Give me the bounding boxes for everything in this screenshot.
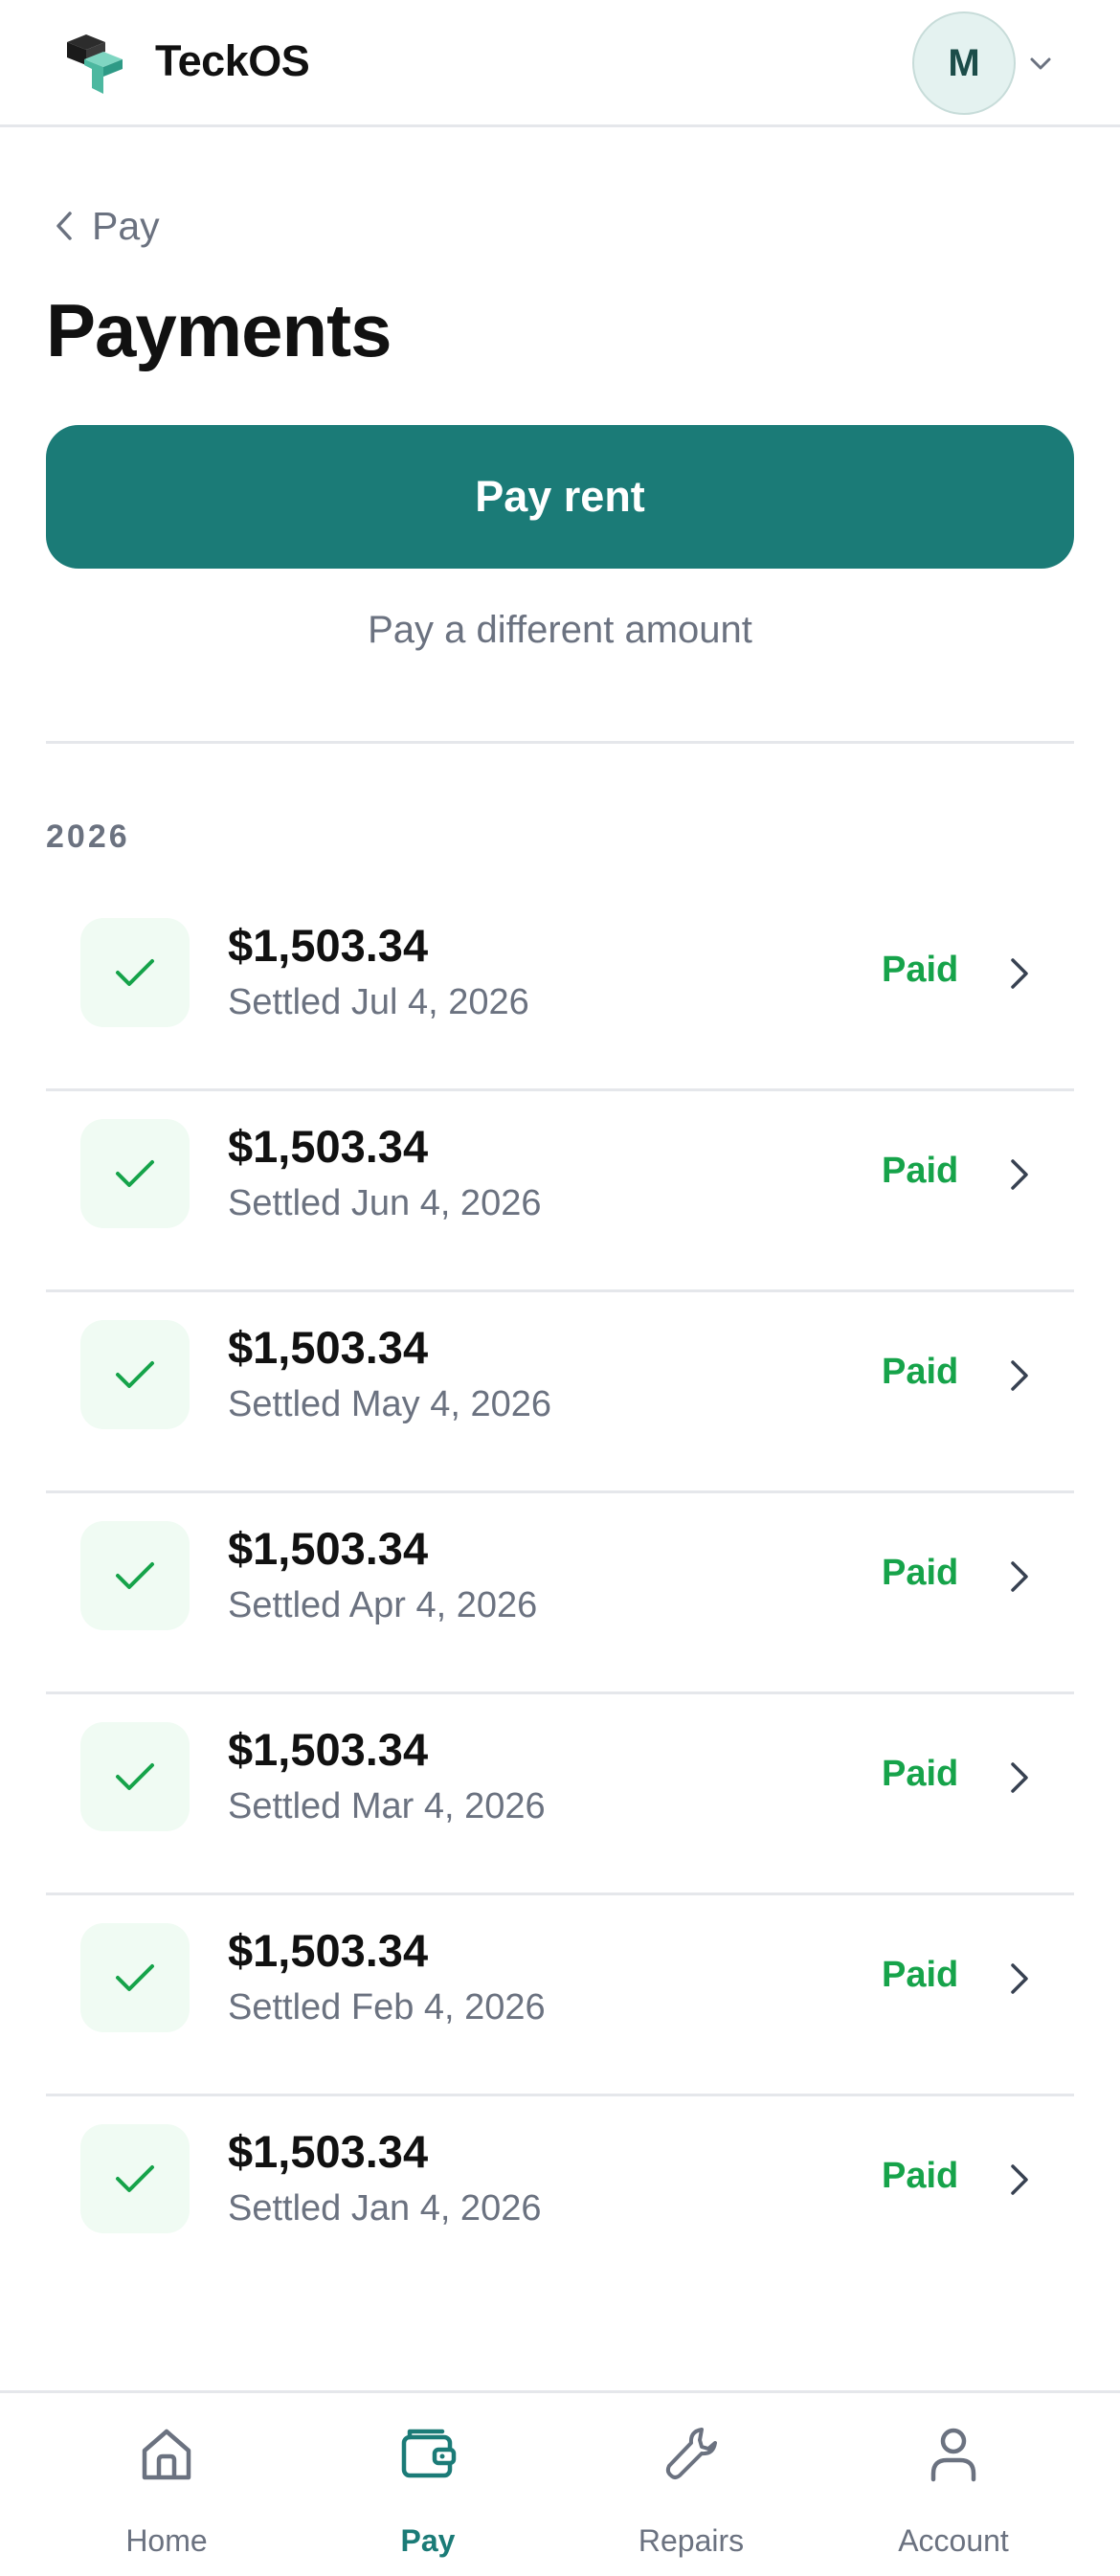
payment-row[interactable]: $1,503.34 Settled Mar 4, 2026 Paid xyxy=(46,1694,1074,1895)
account-menu-button[interactable]: M xyxy=(912,11,1075,115)
brand-name: TeckOS xyxy=(155,36,310,85)
payment-row[interactable]: $1,503.34 Settled Jan 4, 2026 Paid xyxy=(46,2096,1074,2297)
payment-row[interactable]: $1,503.34 Settled Jul 4, 2026 Paid xyxy=(46,890,1074,1091)
pay-rent-button[interactable]: Pay rent xyxy=(46,425,1074,569)
status-badge: Paid xyxy=(882,1151,959,1191)
payment-amount: $1,503.34 xyxy=(228,1925,429,1976)
pay-different-amount-link[interactable]: Pay a different amount xyxy=(0,609,1120,652)
payment-amount: $1,503.34 xyxy=(228,1322,429,1373)
chevron-right-icon xyxy=(1011,1561,1028,1592)
payment-amount: $1,503.34 xyxy=(228,1724,429,1775)
home-icon xyxy=(142,2429,191,2480)
payment-row[interactable]: $1,503.34 Settled May 4, 2026 Paid xyxy=(46,1292,1074,1493)
avatar: M xyxy=(912,11,1016,115)
chevron-right-icon xyxy=(1011,1360,1028,1391)
breadcrumb-back-link[interactable]: Pay xyxy=(54,199,160,253)
wallet-icon xyxy=(401,2429,457,2478)
page-title: Payments xyxy=(46,288,392,372)
payment-amount: $1,503.34 xyxy=(228,1523,429,1574)
checkmark-icon xyxy=(116,1763,154,1790)
breadcrumb-label: Pay xyxy=(92,203,160,248)
status-badge: Paid xyxy=(882,950,959,990)
payment-row[interactable]: $1,503.34 Settled Apr 4, 2026 Paid xyxy=(46,1493,1074,1694)
nav-item-home[interactable]: Home xyxy=(61,2393,272,2576)
payment-row[interactable]: $1,503.34 Settled Jun 4, 2026 Paid xyxy=(46,1091,1074,1292)
nav-label: Home xyxy=(125,2523,208,2558)
settled-date: Settled Jul 4, 2026 xyxy=(228,982,529,1022)
paid-status-tile xyxy=(80,2124,190,2233)
chevron-right-icon xyxy=(1011,1159,1028,1190)
paid-status-tile xyxy=(80,1320,190,1429)
settled-date: Settled Jun 4, 2026 xyxy=(228,1183,542,1223)
app: TeckOS M Pay Payments Pay rent Pay a dif… xyxy=(0,0,1120,2576)
divider xyxy=(46,741,1074,744)
paid-status-tile xyxy=(80,1119,190,1228)
checkmark-icon xyxy=(116,2165,154,2192)
payment-list: $1,503.34 Settled Jul 4, 2026 Paid $1,50… xyxy=(46,890,1074,2297)
settled-date: Settled Jan 4, 2026 xyxy=(228,2188,542,2229)
chevron-left-icon xyxy=(56,212,72,240)
settled-date: Settled Mar 4, 2026 xyxy=(228,1786,546,1826)
checkmark-icon xyxy=(116,1562,154,1589)
payment-amount: $1,503.34 xyxy=(228,1121,429,1172)
nav-label: Account xyxy=(898,2523,1009,2558)
nav-label: Repairs xyxy=(638,2523,745,2558)
chevron-right-icon xyxy=(1011,1762,1028,1793)
teckos-logo-icon xyxy=(67,34,123,94)
status-badge: Paid xyxy=(882,1754,959,1794)
status-badge: Paid xyxy=(882,1553,959,1593)
chevron-right-icon xyxy=(1011,958,1028,989)
top-header: TeckOS M xyxy=(0,0,1120,127)
status-badge: Paid xyxy=(882,1352,959,1392)
paid-status-tile xyxy=(80,1521,190,1630)
settled-date: Settled Apr 4, 2026 xyxy=(228,1585,538,1625)
nav-label: Pay xyxy=(400,2523,456,2558)
checkmark-icon xyxy=(116,1160,154,1187)
bottom-nav: Home Pay Repairs Account xyxy=(0,2390,1120,2576)
status-badge: Paid xyxy=(882,2156,959,2196)
nav-item-pay[interactable]: Pay xyxy=(323,2393,533,2576)
payment-amount: $1,503.34 xyxy=(228,2126,429,2177)
checkmark-icon xyxy=(116,1361,154,1388)
wrench-icon xyxy=(665,2428,717,2479)
year-section-label: 2026 xyxy=(46,818,130,855)
paid-status-tile xyxy=(80,1722,190,1831)
settled-date: Settled May 4, 2026 xyxy=(228,1384,551,1424)
paid-status-tile xyxy=(80,918,190,1027)
nav-item-repairs[interactable]: Repairs xyxy=(586,2393,796,2576)
chevron-down-icon xyxy=(1030,57,1051,70)
payment-row[interactable]: $1,503.34 Settled Feb 4, 2026 Paid xyxy=(46,1895,1074,2096)
chevron-right-icon xyxy=(1011,1963,1028,1994)
user-icon xyxy=(930,2428,976,2482)
checkmark-icon xyxy=(116,959,154,986)
chevron-right-icon xyxy=(1011,2164,1028,2195)
payment-amount: $1,503.34 xyxy=(228,920,429,971)
paid-status-tile xyxy=(80,1923,190,2032)
settled-date: Settled Feb 4, 2026 xyxy=(228,1987,546,2027)
nav-item-account[interactable]: Account xyxy=(848,2393,1059,2576)
checkmark-icon xyxy=(116,1964,154,1991)
status-badge: Paid xyxy=(882,1955,959,1995)
